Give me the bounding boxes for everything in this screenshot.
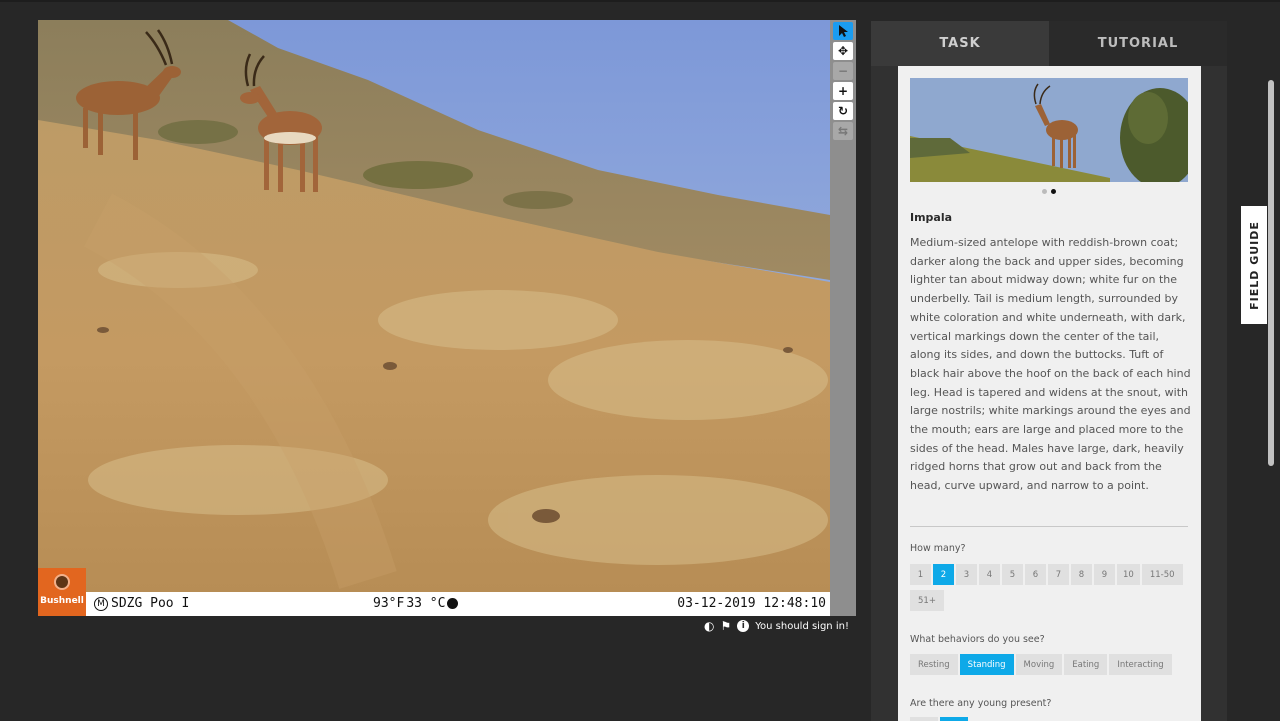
moon-phase-icon	[447, 598, 459, 609]
behavior-option-selected[interactable]: Standing	[959, 654, 1014, 675]
camera-mode-icon: M	[94, 596, 108, 611]
young-option-selected[interactable]	[940, 717, 968, 721]
bushnell-logo: Bushnell	[38, 568, 86, 616]
count-option[interactable]: 8	[1071, 564, 1092, 585]
camera-info-bar: Bushnell M SDZG Poo I 93°F 33 °C 03-12-20…	[38, 568, 830, 616]
camera-location: SDZG Poo I	[111, 596, 190, 611]
page-scrollbar[interactable]	[1268, 80, 1274, 466]
count-option[interactable]: 5	[1002, 564, 1023, 585]
young-present-label: Are there any young present?	[910, 698, 1052, 709]
image-carousel-dots	[1042, 189, 1056, 194]
flag-icon[interactable]: ⚑	[720, 619, 731, 633]
classify-panel: TASK TUTORIAL Impala Medium-sized antelo…	[871, 21, 1227, 721]
half-circle-icon[interactable]: ◐	[704, 619, 714, 633]
info-icon[interactable]: i	[737, 620, 750, 632]
how-many-options: 1 2 3 4 5 6 7 8 9 10 11-50 51+	[910, 564, 1192, 611]
young-option[interactable]	[910, 717, 938, 721]
tab-tutorial[interactable]: TUTORIAL	[1049, 21, 1227, 66]
count-option[interactable]: 7	[1048, 564, 1069, 585]
count-option[interactable]: 3	[956, 564, 977, 585]
move-arrows-icon[interactable]: ✥	[833, 42, 853, 60]
species-name: Impala	[910, 211, 953, 224]
count-option[interactable]: 10	[1117, 564, 1140, 585]
carousel-dot-2[interactable]	[1051, 189, 1056, 194]
behavior-options: Resting Standing Moving Eating Interacti…	[910, 654, 1192, 675]
field-guide-tab[interactable]: FIELD GUIDE	[1241, 206, 1267, 324]
count-option[interactable]: 9	[1094, 564, 1115, 585]
count-option[interactable]: 6	[1025, 564, 1046, 585]
carousel-dot-1[interactable]	[1042, 189, 1047, 194]
subject-meta-tools: ◐ ⚑ i You should sign in!	[704, 619, 849, 633]
behavior-option[interactable]: Interacting	[1109, 654, 1172, 675]
species-description: Medium-sized antelope with reddish-brown…	[910, 236, 1191, 493]
top-border	[0, 0, 1280, 2]
minus-icon[interactable]: −	[833, 62, 853, 80]
species-image[interactable]	[910, 78, 1188, 182]
behavior-option[interactable]: Resting	[910, 654, 958, 675]
refresh-icon[interactable]: ⇆	[833, 122, 853, 140]
species-detail: Impala Medium-sized antelope with reddis…	[898, 66, 1201, 721]
field-guide-label: FIELD GUIDE	[1247, 220, 1261, 310]
capture-datetime: 03-12-2019 12:48:10	[677, 596, 826, 611]
divider	[910, 526, 1188, 527]
count-option[interactable]: 1	[910, 564, 931, 585]
panel-tabs: TASK TUTORIAL	[871, 21, 1227, 66]
camera-trap-photo[interactable]	[38, 20, 830, 592]
count-option[interactable]: 11-50	[1141, 564, 1183, 585]
behaviors-label: What behaviors do you see?	[910, 634, 1045, 645]
subject-viewer[interactable]: Bushnell M SDZG Poo I 93°F 33 °C 03-12-20…	[38, 20, 830, 616]
plus-icon[interactable]: +	[833, 82, 853, 100]
cursor-arrow-icon[interactable]	[833, 22, 853, 40]
rotate-icon[interactable]: ↻	[833, 102, 853, 120]
sign-in-message[interactable]: You should sign in!	[755, 621, 849, 632]
count-option-selected[interactable]: 2	[933, 564, 954, 585]
how-many-label: How many?	[910, 543, 966, 554]
behavior-option[interactable]: Eating	[1064, 654, 1108, 675]
young-present-options	[910, 717, 1192, 721]
image-toolbar: ✥ − + ↻ ⇆	[830, 20, 856, 616]
behavior-option[interactable]: Moving	[1015, 654, 1063, 675]
count-option[interactable]: 4	[979, 564, 1000, 585]
tab-task[interactable]: TASK	[871, 21, 1049, 66]
temperature-c: 33 °C	[406, 596, 446, 611]
temperature-f: 93°F	[373, 596, 405, 611]
count-option[interactable]: 51+	[910, 590, 944, 611]
